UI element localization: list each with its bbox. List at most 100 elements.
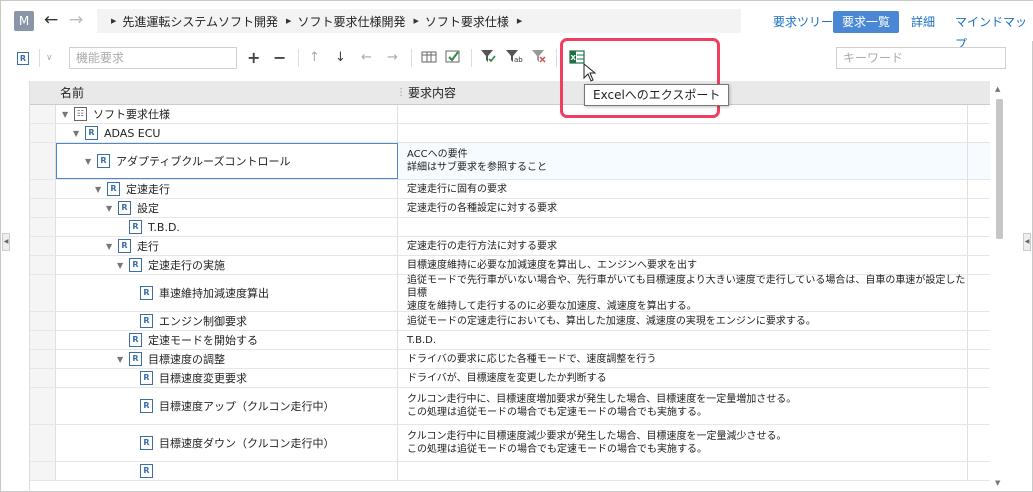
column-header-content[interactable]: 要求内容 [408, 81, 456, 105]
expand-toggle-icon[interactable]: ▼ [95, 185, 107, 194]
name-cell[interactable]: R [56, 462, 398, 480]
table-row[interactable]: R 定速モードを開始する T.B.D. [30, 331, 990, 350]
forward-arrow-icon[interactable]: → [69, 10, 83, 30]
name-cell[interactable]: R 定速モードを開始する [56, 331, 398, 349]
back-arrow-icon[interactable]: ← [44, 10, 58, 30]
table-check-icon[interactable] [445, 49, 461, 67]
name-cell[interactable]: ▼ R 目標速度の調整 [56, 350, 398, 368]
name-cell[interactable]: ▼ R アダプティブクルーズコントロール [56, 143, 398, 179]
table-row[interactable]: ▼ R ADAS ECU [30, 124, 990, 143]
expand-toggle-icon[interactable]: ▼ [62, 110, 74, 119]
chevron-down-icon[interactable]: ∨ [46, 49, 53, 67]
breadcrumb-item[interactable]: ソフト要求仕様 [425, 13, 509, 30]
content-cell[interactable] [402, 462, 968, 480]
content-cell[interactable] [402, 124, 968, 142]
avatar[interactable]: M [14, 11, 34, 31]
expand-toggle-icon[interactable]: ▼ [73, 129, 85, 138]
tab-detail[interactable]: 詳細 [911, 11, 935, 33]
remove-icon[interactable]: − [273, 49, 286, 67]
column-resize-handle[interactable]: ⋮ [396, 81, 406, 105]
scroll-down-icon[interactable]: ▼ [995, 479, 1000, 487]
tab-requirement-tree[interactable]: 要求ツリー [773, 11, 833, 33]
name-cell[interactable]: ▼ R 定速走行の実施 [56, 256, 398, 274]
name-cell[interactable]: R 目標速度ダウン（クルコン走行中） [56, 425, 398, 461]
table-row[interactable]: ▼ R 目標速度の調整 ドライバの要求に応じた各種モードで、速度調整を行う [30, 350, 990, 369]
expand-toggle-icon[interactable]: ▼ [106, 204, 118, 213]
content-line: 追従モードで先行車がいない場合や、先行車がいても目標速度より大きい速度で走行して… [407, 274, 966, 299]
content-cell[interactable]: ドライバの要求に応じた各種モードで、速度調整を行う [402, 350, 968, 368]
content-cell[interactable]: クルコン走行中に、目標速度増加要求が発生した場合、目標速度を一定量増加させる。こ… [402, 388, 968, 424]
requirement-name: 車速維持加減速度算出 [159, 287, 269, 300]
name-cell[interactable]: ▼ R 走行 [56, 237, 398, 255]
table-row[interactable]: R 目標速度ダウン（クルコン走行中） クルコン走行中に目標速度減少要求が発生した場合… [30, 425, 990, 462]
expand-toggle-icon[interactable]: ▼ [117, 355, 129, 364]
table-row[interactable]: R 目標速度アップ（クルコン走行中） クルコン走行中に、目標速度増加要求が発生した場… [30, 388, 990, 425]
name-cell[interactable]: ▼ ☷ ソフト要求仕様 [56, 105, 398, 123]
content-cell[interactable] [402, 218, 968, 236]
row-gutter [30, 312, 56, 330]
scroll-up-icon[interactable]: ▲ [995, 85, 1000, 93]
table-row[interactable]: R [30, 462, 990, 481]
move-up-icon[interactable]: ↑ [309, 49, 320, 67]
table-row[interactable]: R T.B.D. [30, 218, 990, 237]
vertical-scrollbar[interactable]: ▲ ▼ [992, 81, 1008, 492]
content-cell[interactable]: T.B.D. [402, 331, 968, 349]
table-row[interactable]: R エンジン制御要求 追従モードの定速走行においても、算出した加速度、減速度の実現を… [30, 312, 990, 331]
name-cell[interactable]: ▼ R 定速走行 [56, 180, 398, 198]
name-cell[interactable]: ▼ R ADAS ECU [56, 124, 398, 142]
expand-toggle-icon[interactable]: ▼ [106, 242, 118, 251]
name-cell[interactable]: R 目標速度変更要求 [56, 369, 398, 387]
content-line: ドライバの要求に応じた各種モードで、速度調整を行う [407, 353, 657, 365]
scrollbar-thumb[interactable] [996, 99, 1003, 239]
filter-check-icon[interactable] [480, 49, 496, 67]
table-row[interactable]: ▼ ☷ ソフト要求仕様 [30, 105, 990, 124]
add-icon[interactable]: + [247, 49, 260, 67]
row-gutter [30, 105, 56, 123]
breadcrumb-item[interactable]: ソフト要求仕様開発 [297, 13, 405, 30]
move-down-icon[interactable]: ↓ [335, 49, 346, 67]
keyword-search-input[interactable]: キーワード [836, 47, 1006, 69]
indent-icon[interactable]: → [387, 49, 398, 67]
column-header-name[interactable]: 名前 [60, 81, 84, 105]
content-line: この処理は追従モードの場合でも定速モードの場合でも実施する。 [407, 444, 707, 455]
table-row[interactable]: ▼ R 走行 定速走行の走行方法に対する要求 [30, 237, 990, 256]
outdent-icon[interactable]: ← [361, 49, 372, 67]
requirement-icon: R [140, 286, 153, 300]
name-cell[interactable]: R 車速維持加減速度算出 [56, 275, 398, 311]
table-row[interactable]: R 車速維持加減速度算出 追従モードで先行車がいない場合や、先行車がいても目標速度よ… [30, 275, 990, 312]
name-cell[interactable]: R エンジン制御要求 [56, 312, 398, 330]
breadcrumb-item[interactable]: 先進運転システムソフト開発 [122, 13, 278, 30]
left-panel-toggle[interactable]: ◀ [2, 233, 10, 251]
requirement-name: ソフト要求仕様 [93, 108, 170, 121]
content-cell[interactable]: 定速走行に固有の要求 [402, 180, 968, 198]
toolbar-divider [556, 49, 557, 67]
name-cell[interactable]: R 目標速度アップ（クルコン走行中） [56, 388, 398, 424]
table-row[interactable]: ▼ R 設定 定速走行の各種設定に対する要求 [30, 199, 990, 218]
table-row[interactable]: ▼ R 定速走行の実施 目標速度維持に必要な加減速度を算出し、エンジンへ要求を出す [30, 256, 990, 275]
content-cell[interactable]: 追従モードで先行車がいない場合や、先行車がいても目標速度より大きい速度で走行して… [402, 274, 968, 312]
content-cell[interactable]: クルコン走行中に目標速度減少要求が発生した場合、目標速度を一定量減少させる。 この… [402, 425, 968, 461]
content-cell[interactable]: 定速走行の各種設定に対する要求 [402, 199, 968, 217]
content-cell[interactable]: 追従モードの定速走行においても、算出した加速度、減速度の実現をエンジンに要求する… [402, 312, 968, 330]
columns-icon[interactable] [421, 49, 437, 67]
table-row[interactable]: ▼ R アダプティブクルーズコントロール ACCへの要件 詳細はサブ要求を参照すること [30, 143, 990, 180]
clear-filter-icon[interactable] [531, 49, 547, 67]
row-gutter [30, 425, 56, 461]
tab-mindmap[interactable]: マインドマップ [955, 11, 1033, 51]
table-row[interactable]: ▼ R 定速走行 定速走行に固有の要求 [30, 180, 990, 199]
expand-toggle-icon[interactable]: ▼ [117, 261, 129, 270]
content-cell[interactable]: 定速走行の走行方法に対する要求 [402, 237, 968, 255]
requirement-type-icon[interactable]: R [17, 49, 29, 67]
right-panel-toggle[interactable]: ◀ [1023, 233, 1031, 251]
row-gutter [30, 388, 56, 424]
name-cell[interactable]: ▼ R 設定 [56, 199, 398, 217]
filter-text-icon[interactable]: ab [505, 49, 523, 67]
name-cell[interactable]: R T.B.D. [56, 218, 398, 236]
expand-toggle-icon[interactable]: ▼ [85, 157, 97, 166]
table-row[interactable]: R 目標速度変更要求 ドライバが、目標速度を変更したか判断する [30, 369, 990, 388]
content-cell[interactable]: 目標速度維持に必要な加減速度を算出し、エンジンへ要求を出す [402, 256, 968, 274]
filter-input[interactable]: 機能要求 [69, 47, 237, 69]
tab-requirement-list[interactable]: 要求一覧 [833, 11, 900, 33]
content-cell[interactable]: ドライバが、目標速度を変更したか判断する [402, 369, 968, 387]
content-cell[interactable]: ACCへの要件 詳細はサブ要求を参照すること [402, 143, 968, 179]
